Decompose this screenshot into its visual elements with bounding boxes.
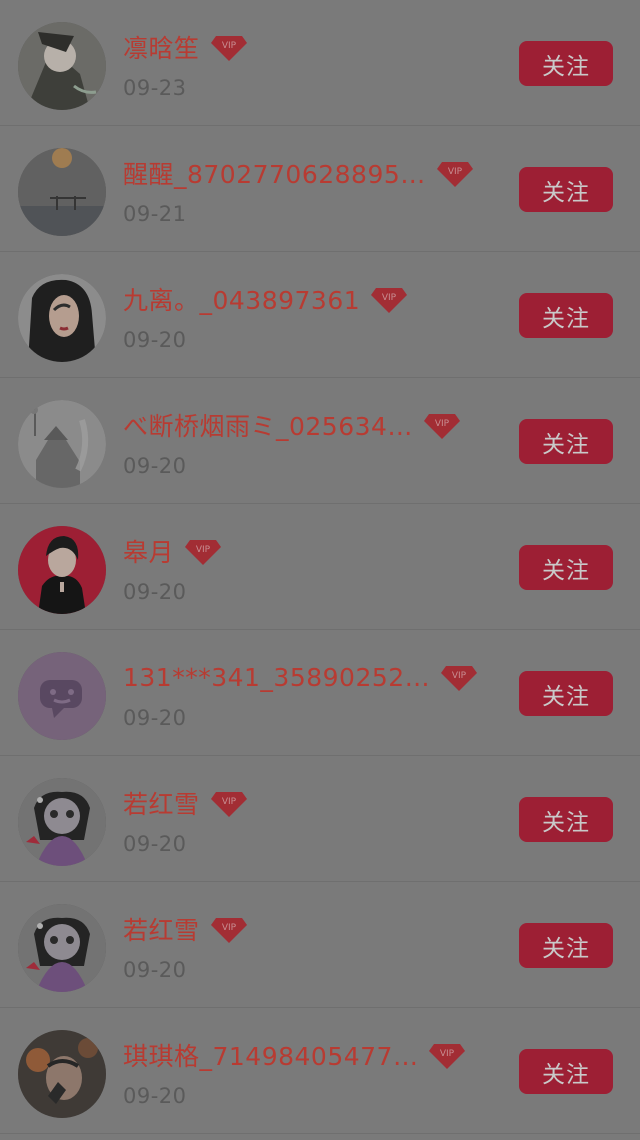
user-name-row: 凛晗笙 VIP	[123, 28, 248, 66]
user-name-row: べ断桥烟雨ミ_025634… VIP	[123, 406, 461, 444]
user-name: 皋月	[123, 538, 175, 567]
user-name: 琪琪格_71498405477…	[123, 1042, 419, 1071]
svg-text:VIP: VIP	[440, 1049, 455, 1059]
vip-badge-icon: VIP	[423, 414, 460, 439]
avatar[interactable]	[18, 274, 106, 362]
svg-text:VIP: VIP	[221, 923, 236, 933]
follow-date: 09-20	[123, 832, 187, 856]
list-item[interactable]: 131***341_35890252… VIP 09-20 关注	[0, 630, 640, 756]
user-name-row: 若红雪 VIP	[123, 910, 248, 948]
avatar[interactable]	[18, 1030, 106, 1118]
user-name: 若红雪	[123, 916, 200, 945]
svg-text:VIP: VIP	[452, 671, 467, 681]
follow-button[interactable]: 关注	[519, 419, 613, 464]
avatar-image	[18, 22, 106, 110]
follow-button[interactable]: 关注	[519, 797, 613, 842]
follow-date: 09-20	[123, 1084, 187, 1108]
vip-badge-icon: VIP	[441, 666, 478, 691]
svg-text:VIP: VIP	[196, 545, 211, 555]
avatar-image	[18, 526, 106, 614]
user-name-row: 琪琪格_71498405477… VIP	[123, 1036, 466, 1074]
avatar[interactable]	[18, 904, 106, 992]
vip-badge-icon: VIP	[210, 918, 247, 943]
vip-badge-icon: VIP	[210, 792, 247, 817]
avatar[interactable]	[18, 526, 106, 614]
svg-text:VIP: VIP	[435, 419, 450, 429]
follow-button[interactable]: 关注	[519, 1049, 613, 1094]
list-item[interactable]: 凛晗笙 VIP 09-23 关注	[0, 0, 640, 126]
follow-date: 09-20	[123, 580, 187, 604]
avatar-image	[18, 652, 106, 740]
user-name: 凛晗笙	[123, 34, 200, 63]
vip-badge-icon: VIP	[429, 1044, 466, 1069]
list-item[interactable]: 琪琪格_71498405477… VIP 09-20 关注	[0, 1008, 640, 1134]
follow-button[interactable]: 关注	[519, 167, 613, 212]
follow-button[interactable]: 关注	[519, 41, 613, 86]
list-item[interactable]: 醒醒_8702770628895… VIP 09-21 关注	[0, 126, 640, 252]
vip-badge-icon: VIP	[436, 162, 473, 187]
user-name: 醒醒_8702770628895…	[123, 160, 426, 189]
follow-date: 09-23	[123, 76, 187, 100]
avatar[interactable]	[18, 778, 106, 866]
list-item[interactable]: 皋月 VIP 09-20 关注	[0, 504, 640, 630]
user-name-row: 醒醒_8702770628895… VIP	[123, 154, 474, 192]
user-name-row: 131***341_35890252… VIP	[123, 658, 478, 696]
avatar-image	[18, 400, 106, 488]
avatar-image	[18, 1030, 106, 1118]
user-name: 若红雪	[123, 790, 200, 819]
user-name-row: 皋月 VIP	[123, 532, 222, 570]
vip-badge-icon: VIP	[210, 36, 247, 61]
list-item[interactable]: べ断桥烟雨ミ_025634… VIP 09-20 关注	[0, 378, 640, 504]
avatar-image	[18, 274, 106, 362]
follow-date: 09-20	[123, 706, 187, 730]
follow-date: 09-21	[123, 202, 187, 226]
avatar[interactable]	[18, 148, 106, 236]
avatar-image	[18, 148, 106, 236]
user-name: 九离。_043897361	[123, 286, 361, 315]
follow-date: 09-20	[123, 454, 187, 478]
follow-date: 09-20	[123, 958, 187, 982]
user-name: 131***341_35890252…	[123, 662, 431, 692]
avatar-image	[18, 904, 106, 992]
vip-badge-icon: VIP	[371, 288, 408, 313]
svg-text:VIP: VIP	[382, 293, 397, 303]
avatar-image	[18, 778, 106, 866]
avatar[interactable]	[18, 652, 106, 740]
user-name-row: 九离。_043897361 VIP	[123, 280, 408, 318]
list-item[interactable]: 若红雪 VIP 09-20 关注	[0, 882, 640, 1008]
list-item[interactable]: 九离。_043897361 VIP 09-20 关注	[0, 252, 640, 378]
follow-button[interactable]: 关注	[519, 923, 613, 968]
follow-button[interactable]: 关注	[519, 293, 613, 338]
follower-list: 凛晗笙 VIP 09-23 关注 醒醒_8702770628895… VIP 0…	[0, 0, 640, 1140]
follow-date: 09-20	[123, 328, 187, 352]
svg-text:VIP: VIP	[221, 41, 236, 51]
svg-text:VIP: VIP	[448, 167, 463, 177]
avatar[interactable]	[18, 22, 106, 110]
list-item[interactable]: 若红雪 VIP 09-20 关注	[0, 756, 640, 882]
follow-button[interactable]: 关注	[519, 671, 613, 716]
vip-badge-icon: VIP	[185, 540, 222, 565]
avatar[interactable]	[18, 400, 106, 488]
follow-button[interactable]: 关注	[519, 545, 613, 590]
user-name-row: 若红雪 VIP	[123, 784, 248, 822]
svg-text:VIP: VIP	[221, 797, 236, 807]
user-name: べ断桥烟雨ミ_025634…	[123, 412, 413, 441]
